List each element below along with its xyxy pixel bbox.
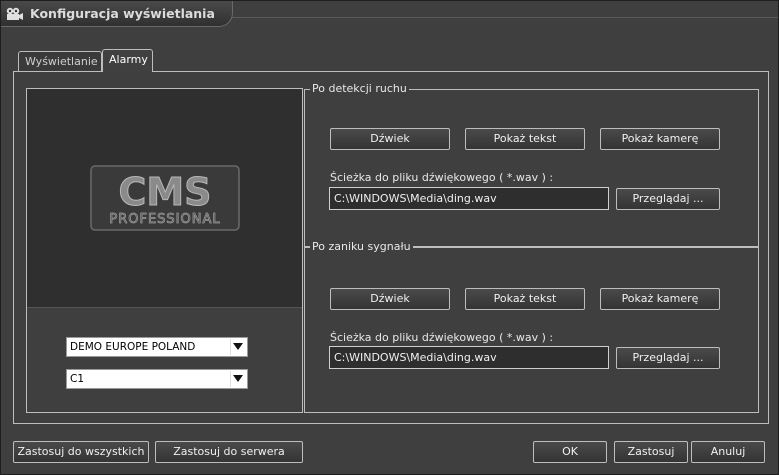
tab-display[interactable]: Wyświetlanie xyxy=(18,51,102,71)
motion-detection-group: Po detekcji ruchu xyxy=(304,82,759,247)
camera-preview: CMS PROFESSIONAL xyxy=(27,89,302,308)
camera-film-icon xyxy=(6,7,24,21)
motion-show-camera-button[interactable]: Pokaż kamerę xyxy=(600,128,720,150)
signal-browse-button[interactable]: Przeglądaj ... xyxy=(616,347,720,369)
camera-select[interactable]: C1 xyxy=(66,369,248,389)
chevron-down-icon[interactable] xyxy=(230,371,246,387)
motion-sound-path-input[interactable]: C:\WINDOWS\Media\ding.wav xyxy=(329,187,609,210)
site-select[interactable]: DEMO EUROPE POLAND xyxy=(66,337,248,357)
motion-sound-button[interactable]: Dźwiek xyxy=(330,128,450,150)
display-config-window: Konfiguracja wyświetlania Wyświetlanie A… xyxy=(0,0,779,475)
cms-professional-logo: CMS PROFESSIONAL xyxy=(90,165,240,231)
title-divider xyxy=(232,17,778,18)
motion-browse-button[interactable]: Przeglądaj ... xyxy=(616,188,720,210)
camera-select-value: C1 xyxy=(70,373,85,385)
cancel-button[interactable]: Anuluj xyxy=(691,441,765,463)
group-title: Po detekcji ruchu xyxy=(310,82,409,95)
apply-button[interactable]: Zastosuj xyxy=(614,441,688,463)
title-bar: Konfiguracja wyświetlania xyxy=(1,1,233,27)
signal-sound-path-label: Ścieżka do pliku dźwiękowego ( *.wav ) : xyxy=(330,331,554,344)
ok-button[interactable]: OK xyxy=(533,441,607,463)
motion-show-text-button[interactable]: Pokaż tekst xyxy=(465,128,585,150)
tab-alarms[interactable]: Alarmy xyxy=(102,49,153,72)
signal-show-text-button[interactable]: Pokaż tekst xyxy=(465,288,585,310)
svg-text:CMS: CMS xyxy=(118,170,211,214)
svg-text:PROFESSIONAL: PROFESSIONAL xyxy=(109,212,220,227)
chevron-down-icon[interactable] xyxy=(230,339,246,355)
apply-to-server-button[interactable]: Zastosuj do serwera xyxy=(155,441,303,463)
apply-to-all-button[interactable]: Zastosuj do wszystkich xyxy=(13,441,149,463)
motion-sound-path-label: Ścieżka do pliku dźwiękowego ( *.wav ) : xyxy=(330,171,554,184)
group-title: Po zaniku sygnału xyxy=(310,240,413,253)
camera-panel: CMS PROFESSIONAL xyxy=(26,88,303,413)
site-select-value: DEMO EUROPE POLAND xyxy=(70,341,196,353)
signal-sound-path-input[interactable]: C:\WINDOWS\Media\ding.wav xyxy=(329,346,609,369)
signal-sound-button[interactable]: Dźwiek xyxy=(330,288,450,310)
signal-loss-group: Po zaniku sygnału xyxy=(304,240,759,413)
signal-show-camera-button[interactable]: Pokaż kamerę xyxy=(600,288,720,310)
window-title: Konfiguracja wyświetlania xyxy=(30,6,215,21)
